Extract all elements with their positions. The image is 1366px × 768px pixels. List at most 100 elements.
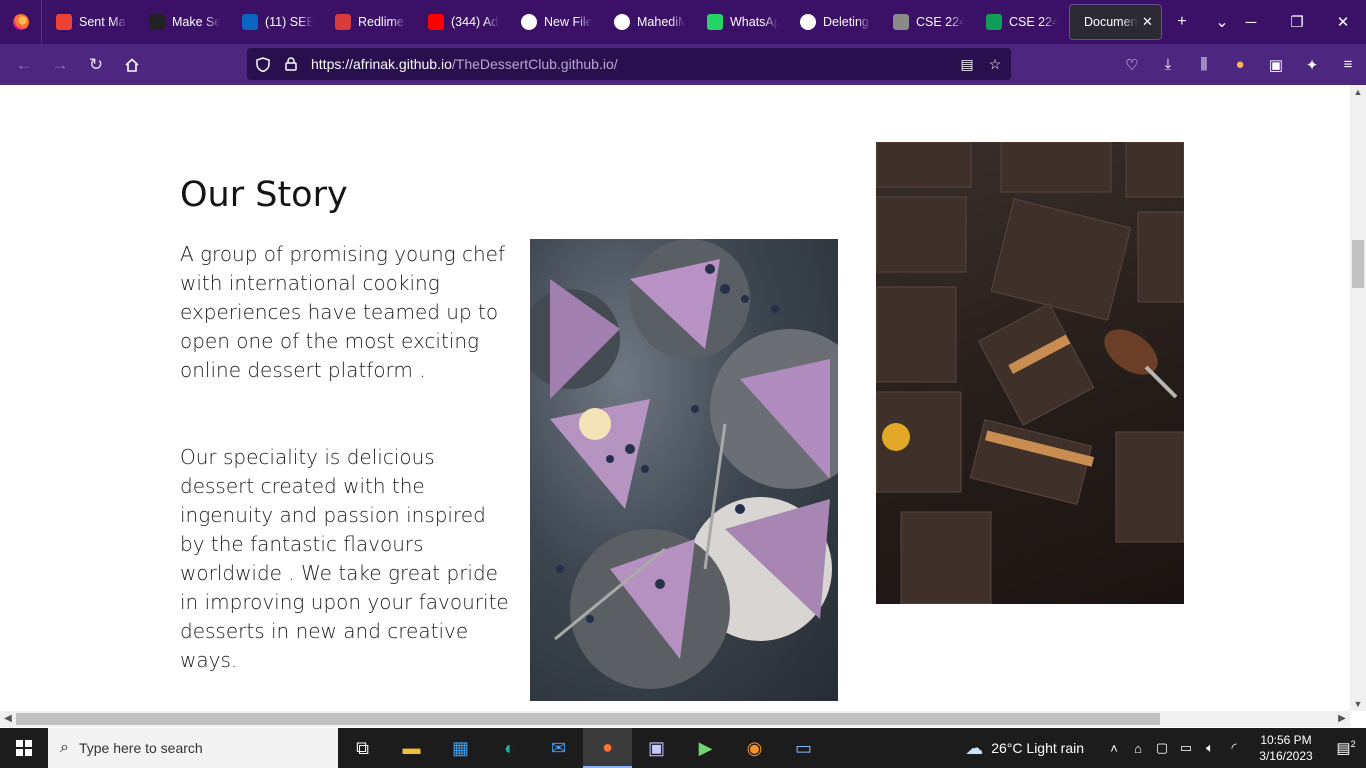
task-view-icon[interactable]: ⧉ [338, 728, 387, 768]
clock[interactable]: 10:56 PM 3/16/2023 [1246, 732, 1326, 764]
scroll-left-icon[interactable]: ◀ [0, 711, 16, 727]
tab-active[interactable]: Documen ✕ [1069, 4, 1162, 40]
clock-time: 10:56 PM [1260, 733, 1312, 747]
tab-label: Make Se [172, 15, 220, 29]
tab-8[interactable]: Deleting [786, 0, 879, 44]
clock-date: 3/16/2023 [1259, 749, 1313, 763]
hamburger-menu-icon[interactable]: ≡ [1330, 49, 1366, 81]
mail-icon[interactable]: ✉ [534, 728, 583, 768]
navigation-toolbar: ← → ↻ https://afrinak.github.io/TheDesse… [0, 44, 1366, 85]
taskbar-search-box[interactable]: ⌕ Type here to search [48, 728, 338, 768]
notification-count: 2 [1350, 739, 1356, 749]
media-taskbar-icon[interactable]: ▶ [681, 728, 730, 768]
wifi-icon[interactable]: ◜ [1222, 740, 1246, 756]
scroll-up-icon[interactable]: ▲ [1350, 85, 1366, 99]
network-adapter-icon[interactable]: ⌂ [1126, 741, 1150, 756]
remote-desktop-icon[interactable]: ▭ [779, 728, 828, 768]
tab-close-icon[interactable]: ✕ [1142, 14, 1153, 30]
github-icon [614, 14, 630, 30]
pocket-icon[interactable]: ♡ [1114, 49, 1150, 81]
scroll-down-icon[interactable]: ▼ [1350, 697, 1366, 711]
meet-now-icon[interactable]: ▢ [1150, 740, 1174, 756]
firefox-menu-icon[interactable] [0, 0, 42, 44]
minimize-icon[interactable]: ─ [1228, 0, 1274, 44]
gmail-icon [56, 14, 72, 30]
close-window-icon[interactable]: ✕ [1320, 0, 1366, 44]
url-host: https://afrinak.github.io [311, 56, 452, 72]
downloads-icon[interactable]: ⤓ [1150, 49, 1186, 81]
linkedin-icon [242, 14, 258, 30]
extensions-puzzle-icon[interactable]: ✦ [1294, 49, 1330, 81]
bookmark-star-icon[interactable]: ☆ [981, 48, 1009, 80]
chevron-up-icon[interactable]: ˄ [1102, 741, 1126, 756]
github-icon [800, 14, 816, 30]
tab-label: CSE 224 [1009, 15, 1057, 29]
tab-label: MahediM [637, 15, 685, 29]
sheets-icon [986, 14, 1002, 30]
tab-10[interactable]: CSE 224 [972, 0, 1065, 44]
tab-list: Sent Ma Make Se (11) SEBI Redlime (344) Ad Ne… [42, 0, 1065, 44]
app-taskbar-icon[interactable]: ▣ [632, 728, 681, 768]
story-paragraph-2: Our speciality is delicious dessert crea… [180, 445, 509, 672]
reader-view-icon[interactable]: ▤ [953, 48, 981, 80]
horizontal-scrollbar[interactable]: ◀ ▶ [0, 711, 1350, 727]
redlime-icon [335, 14, 351, 30]
tab-1[interactable]: Make Se [135, 0, 228, 44]
extension-icon[interactable]: ● [1222, 49, 1258, 81]
new-tab-button[interactable]: + [1162, 0, 1202, 44]
search-icon: ⌕ [60, 739, 69, 756]
vertical-scrollbar[interactable]: ▲ ▼ [1350, 85, 1366, 711]
home-icon[interactable] [114, 49, 150, 81]
tab-label: WhatsAp [730, 15, 778, 29]
container-icon[interactable]: ▣ [1258, 49, 1294, 81]
classroom-icon [893, 14, 909, 30]
weather-widget[interactable]: ☁ 26°C Light rain [965, 738, 1084, 759]
windows-taskbar: ⌕ Type here to search ⧉ ▬ ▦ ◐ ✉ ● ▣ ▶ ◉ … [0, 728, 1366, 768]
app-icon [149, 14, 165, 30]
tab-label: CSE 224 [916, 15, 964, 29]
start-button[interactable] [0, 728, 48, 768]
tab-7[interactable]: WhatsAp [693, 0, 786, 44]
file-explorer-icon[interactable]: ▬ [387, 728, 436, 768]
page-viewport: Our Story A group of promising young che… [0, 85, 1350, 711]
tab-0[interactable]: Sent Ma [42, 0, 135, 44]
system-tray: ☁ 26°C Light rain ˄ ⌂ ▢ ▭ 🔈︎ ◜ 10:56 PM … [965, 728, 1366, 768]
weather-text: 26°C Light rain [991, 740, 1084, 756]
tab-label: Documen [1084, 15, 1138, 29]
search-placeholder: Type here to search [78, 740, 203, 756]
tab-5[interactable]: New File [507, 0, 600, 44]
tab-label: New File [544, 15, 592, 29]
window-controls: ─ ❐ ✕ [1228, 0, 1366, 44]
edge-icon[interactable]: ◐ [485, 728, 534, 768]
url-path: /TheDessertClub.github.io/ [451, 56, 618, 72]
tab-4[interactable]: (344) Ad [414, 0, 507, 44]
story-paragraph-1: A group of promising young chef with int… [180, 242, 505, 382]
tab-strip: Sent Ma Make Se (11) SEBI Redlime (344) Ad Ne… [0, 0, 1366, 44]
tracking-protection-icon[interactable] [249, 48, 277, 80]
url-bar[interactable]: https://afrinak.github.io/TheDessertClub… [247, 48, 1011, 80]
notification-center-icon[interactable]: ▤2 [1326, 739, 1366, 757]
reload-icon[interactable]: ↻ [78, 49, 114, 81]
tab-9[interactable]: CSE 224 [879, 0, 972, 44]
tab-3[interactable]: Redlime [321, 0, 414, 44]
restore-icon[interactable]: ❐ [1274, 0, 1320, 44]
forward-icon[interactable]: → [42, 49, 78, 81]
store-icon[interactable]: ▦ [436, 728, 485, 768]
tab-2[interactable]: (11) SEBI [228, 0, 321, 44]
volume-icon[interactable]: 🔈︎ [1198, 740, 1222, 756]
tab-6[interactable]: MahediM [600, 0, 693, 44]
horizontal-scroll-thumb[interactable] [16, 713, 1160, 725]
tab-label: (344) Ad [451, 15, 499, 29]
blender-icon[interactable]: ◉ [730, 728, 779, 768]
lock-icon[interactable] [277, 48, 305, 80]
cake-photo [530, 239, 838, 701]
vertical-scroll-thumb[interactable] [1352, 240, 1364, 288]
tab-label: Deleting [823, 15, 869, 29]
scroll-right-icon[interactable]: ▶ [1334, 711, 1350, 727]
back-icon[interactable]: ← [6, 49, 42, 81]
tab-label: Sent Ma [79, 15, 126, 29]
battery-icon[interactable]: ▭ [1174, 740, 1198, 756]
library-icon[interactable]: ⫼ [1186, 49, 1222, 81]
rain-cloud-icon: ☁ [965, 737, 984, 758]
firefox-taskbar-icon[interactable]: ● [583, 728, 632, 768]
